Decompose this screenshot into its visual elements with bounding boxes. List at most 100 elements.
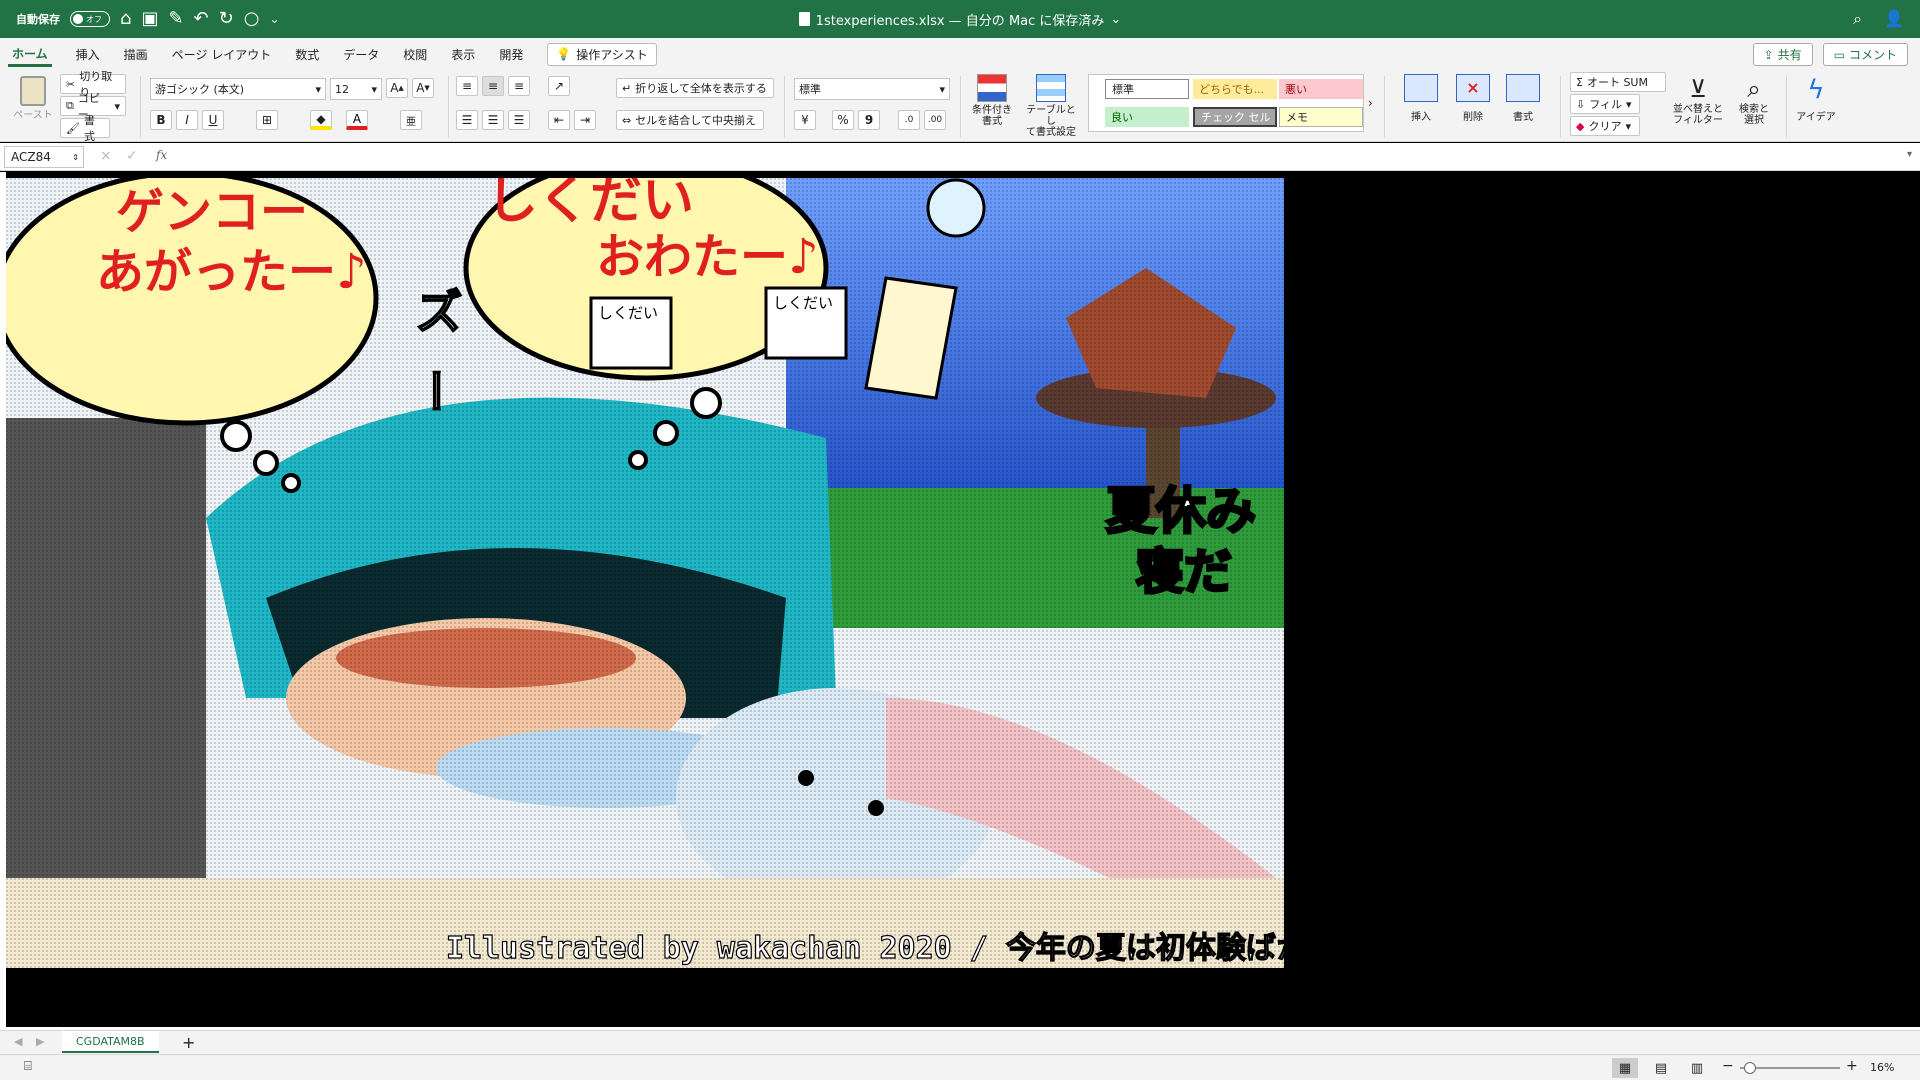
autosum-button[interactable]: Σ オート SUM — [1570, 72, 1666, 92]
comma-button[interactable]: 9 — [858, 110, 880, 130]
page-layout-view-button[interactable]: ▤ — [1648, 1058, 1674, 1078]
zoom-slider[interactable] — [1740, 1062, 1840, 1074]
number-format-select[interactable]: 標準 ▾ — [794, 78, 950, 100]
fill-down-icon: ⇩ — [1576, 97, 1586, 111]
ribbon-tabs: ホーム 挿入 描画 ページ レイアウト 数式 データ 校閲 表示 開発 💡 操作ア… — [0, 38, 1920, 70]
decrease-indent-button[interactable]: ⇤ — [548, 110, 570, 130]
cancel-formula-icon[interactable]: × — [100, 148, 112, 164]
delete-cells-button[interactable]: × 削除 — [1450, 74, 1496, 123]
chevron-down-icon: ▾ — [114, 99, 120, 113]
sheet-grid[interactable]: ゲンコー あがったー♪ しくだい おわたー♪ しくだい しくだい ズ ー 夏休み… — [0, 172, 1920, 1030]
tell-me-box[interactable]: 💡 操作アシスト — [547, 42, 657, 66]
find-select-line1: 検索と — [1739, 104, 1769, 115]
sfx-dash: ー — [407, 368, 461, 414]
tab-draw[interactable]: 描画 — [124, 46, 148, 63]
scroll-right-icon[interactable]: ▶ — [36, 1035, 44, 1048]
accounting-button[interactable]: ¥ — [794, 110, 816, 130]
align-top-button[interactable]: ≡ — [456, 76, 478, 96]
delete-label: 削除 — [1463, 112, 1483, 123]
clear-button[interactable]: ◆ クリア ▾ — [1570, 116, 1640, 136]
phonetic-button[interactable]: 亜 — [400, 110, 422, 130]
fill-label: フィル — [1589, 98, 1622, 111]
insert-cells-button[interactable]: 挿入 — [1398, 74, 1444, 123]
align-middle-button[interactable]: ≡ — [482, 76, 504, 96]
styles-more-icon[interactable]: › — [1368, 96, 1373, 110]
format-cells-button[interactable]: 書式 — [1500, 74, 1546, 123]
bold-button[interactable]: B — [150, 110, 172, 130]
search-icon[interactable]: ⌕ — [1853, 11, 1862, 27]
font-size-select[interactable]: 12 ▾ — [330, 78, 382, 100]
sheet-tab[interactable]: CGDATAM8B — [62, 1031, 159, 1053]
align-left-button[interactable]: ☰ — [456, 110, 478, 130]
tab-page-layout[interactable]: ページ レイアウト — [172, 46, 272, 63]
name-box-stepper-icon[interactable]: ⇕ — [72, 153, 79, 162]
tab-view[interactable]: 表示 — [451, 46, 475, 63]
style-bad[interactable]: 悪い — [1279, 79, 1363, 99]
add-sheet-icon[interactable]: + — [182, 1033, 195, 1052]
italic-button[interactable]: I — [176, 110, 198, 130]
tab-home[interactable]: ホーム — [8, 41, 52, 67]
pixel-art-illustration: ゲンコー あがったー♪ しくだい おわたー♪ しくだい しくだい ズ ー 夏休み… — [6, 178, 1284, 968]
tab-formulas[interactable]: 数式 — [295, 46, 319, 63]
increase-indent-button[interactable]: ⇥ — [574, 110, 596, 130]
normal-view-button[interactable]: ▦ — [1612, 1058, 1638, 1078]
paste-button[interactable]: ペースト — [10, 76, 56, 136]
zoom-in-icon[interactable]: + — [1846, 1058, 1858, 1074]
formula-bar: ACZ84 ⇕ × ✓ fx ▾ — [0, 143, 1920, 171]
page-break-view-button[interactable]: ▥ — [1684, 1058, 1710, 1078]
fill-color-button[interactable]: ◆ — [310, 110, 332, 130]
conditional-format-button[interactable]: 条件付き 書式 — [966, 74, 1018, 127]
style-check-cell[interactable]: チェック セル — [1193, 107, 1277, 127]
tab-data[interactable]: データ — [343, 46, 379, 63]
find-select-line2: 選択 — [1744, 115, 1764, 126]
tab-insert[interactable]: 挿入 — [76, 46, 100, 63]
zoom-out-icon[interactable]: − — [1722, 1058, 1734, 1074]
decrease-decimal-button[interactable]: .00 — [924, 110, 946, 130]
comment-button[interactable]: ▭ コメント — [1822, 43, 1908, 66]
ideas-button[interactable]: ϟ アイデア — [1792, 74, 1840, 123]
percent-button[interactable]: % — [832, 110, 854, 130]
orientation-button[interactable]: ↗ — [548, 76, 570, 96]
expand-formula-icon[interactable]: ▾ — [1907, 149, 1912, 160]
align-right-button[interactable]: ☰ — [508, 110, 530, 130]
font-name-select[interactable]: 游ゴシック (本文) ▾ — [150, 78, 326, 100]
align-bottom-button[interactable]: ≡ — [508, 76, 530, 96]
title-chevron-icon[interactable]: ⌄ — [1110, 12, 1121, 27]
find-select-button[interactable]: ⌕ 検索と 選択 — [1730, 74, 1778, 126]
name-box[interactable]: ACZ84 ⇕ — [4, 146, 84, 168]
zoom-level[interactable]: 16% — [1870, 1061, 1894, 1074]
confirm-formula-icon[interactable]: ✓ — [126, 148, 138, 164]
format-painter-button[interactable]: 🖌 書式 — [60, 114, 110, 143]
merge-center-button[interactable]: ⇔ セルを結合して中央揃え — [616, 110, 764, 130]
style-good[interactable]: 良い — [1105, 107, 1189, 127]
increase-font-button[interactable]: A ▲ — [386, 78, 408, 98]
account-icon[interactable]: 👤 — [1884, 11, 1904, 27]
font-color-button[interactable]: A — [346, 110, 368, 130]
zoom-slider-thumb[interactable] — [1744, 1062, 1756, 1074]
cell-styles-gallery[interactable]: 標準 どちらでも... 悪い 良い チェック セル メモ — [1088, 74, 1364, 132]
wrap-text-button[interactable]: ↵ 折り返して全体を表示する — [616, 78, 774, 98]
number-format-value: 標準 — [799, 83, 821, 96]
formula-input[interactable] — [182, 146, 1882, 168]
tab-review[interactable]: 校閲 — [403, 46, 427, 63]
style-neutral[interactable]: どちらでも... — [1193, 79, 1277, 99]
style-memo[interactable]: メモ — [1279, 107, 1363, 127]
underline-button[interactable]: U — [202, 110, 224, 130]
borders-button[interactable]: ⊞ — [256, 110, 278, 130]
scroll-left-icon[interactable]: ◀ — [14, 1035, 22, 1048]
style-normal[interactable]: 標準 — [1105, 79, 1189, 99]
bubble-right-line2: おわたー♪ — [596, 229, 819, 285]
fill-button[interactable]: ⇩ フィル ▾ — [1570, 94, 1640, 114]
format-as-table-button[interactable]: テーブルとし て書式設定 — [1022, 74, 1080, 138]
macro-record-icon[interactable]: ⌸ — [24, 1059, 32, 1074]
decrease-font-button[interactable]: A ▼ — [412, 78, 434, 98]
sort-filter-button[interactable]: ⊻ 並べ替えと フィルター — [1670, 74, 1726, 126]
cond-format-line1: 条件付き — [972, 105, 1012, 116]
wind-chime-bell — [926, 178, 986, 238]
tab-developer[interactable]: 開発 — [499, 46, 523, 63]
increase-decimal-button[interactable]: .0 — [898, 110, 920, 130]
paste-icon — [20, 76, 46, 106]
function-icon[interactable]: fx — [156, 148, 167, 162]
share-button[interactable]: ⇪ 共有 — [1752, 43, 1813, 66]
align-center-button[interactable]: ☰ — [482, 110, 504, 130]
